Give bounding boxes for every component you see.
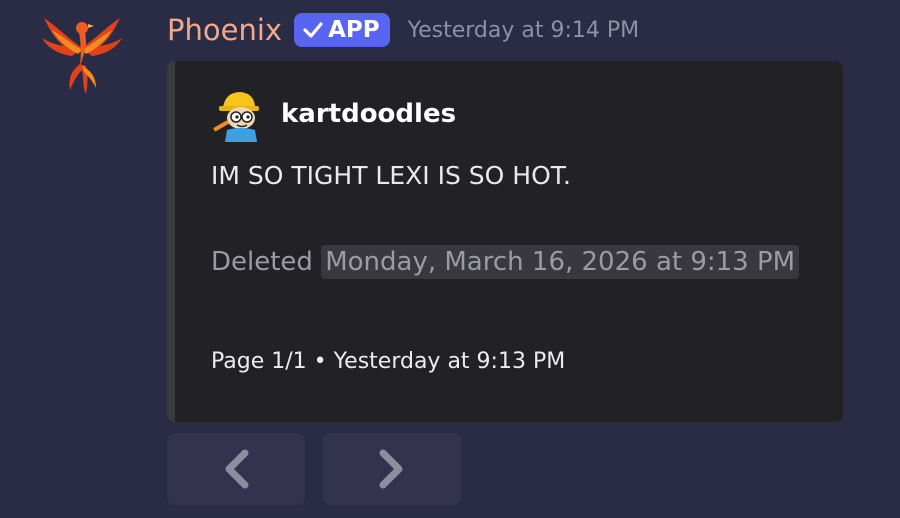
footer-page: Page 1/1 [211,349,307,374]
message-timestamp[interactable]: Yesterday at 9:14 PM [408,18,640,43]
cartoon-avatar-icon[interactable] [211,86,267,142]
footer-time: Yesterday at 9:13 PM [333,349,566,374]
embed-footer: Page 1/1 • Yesterday at 9:13 PM [211,349,565,374]
deleted-date[interactable]: Monday, March 16, 2026 at 9:13 PM [321,245,800,279]
phoenix-icon[interactable] [38,8,126,96]
embed-card: kartdoodles IM SO TIGHT LEXI IS SO HOT. … [167,61,843,422]
embed-description: IM SO TIGHT LEXI IS SO HOT. [211,161,571,190]
deleted-label: Deleted [211,247,313,277]
embed-author-name[interactable]: kartdoodles [281,99,456,129]
embed-author: kartdoodles [211,83,456,145]
footer-separator: • [313,349,327,374]
previous-page-button[interactable] [167,433,305,505]
username[interactable]: Phoenix [167,8,282,52]
message: Phoenix APP Yesterday at 9:14 PM kartdoo… [0,0,900,518]
app-badge: APP [294,13,390,47]
next-page-button[interactable] [323,433,461,505]
deleted-info: Deleted Monday, March 16, 2026 at 9:13 P… [211,241,801,284]
chevron-right-icon [379,449,403,489]
checkmark-icon [303,22,323,38]
message-header: Phoenix APP Yesterday at 9:14 PM [167,8,639,52]
app-badge-label: APP [328,17,380,43]
chevron-left-icon [225,449,249,489]
